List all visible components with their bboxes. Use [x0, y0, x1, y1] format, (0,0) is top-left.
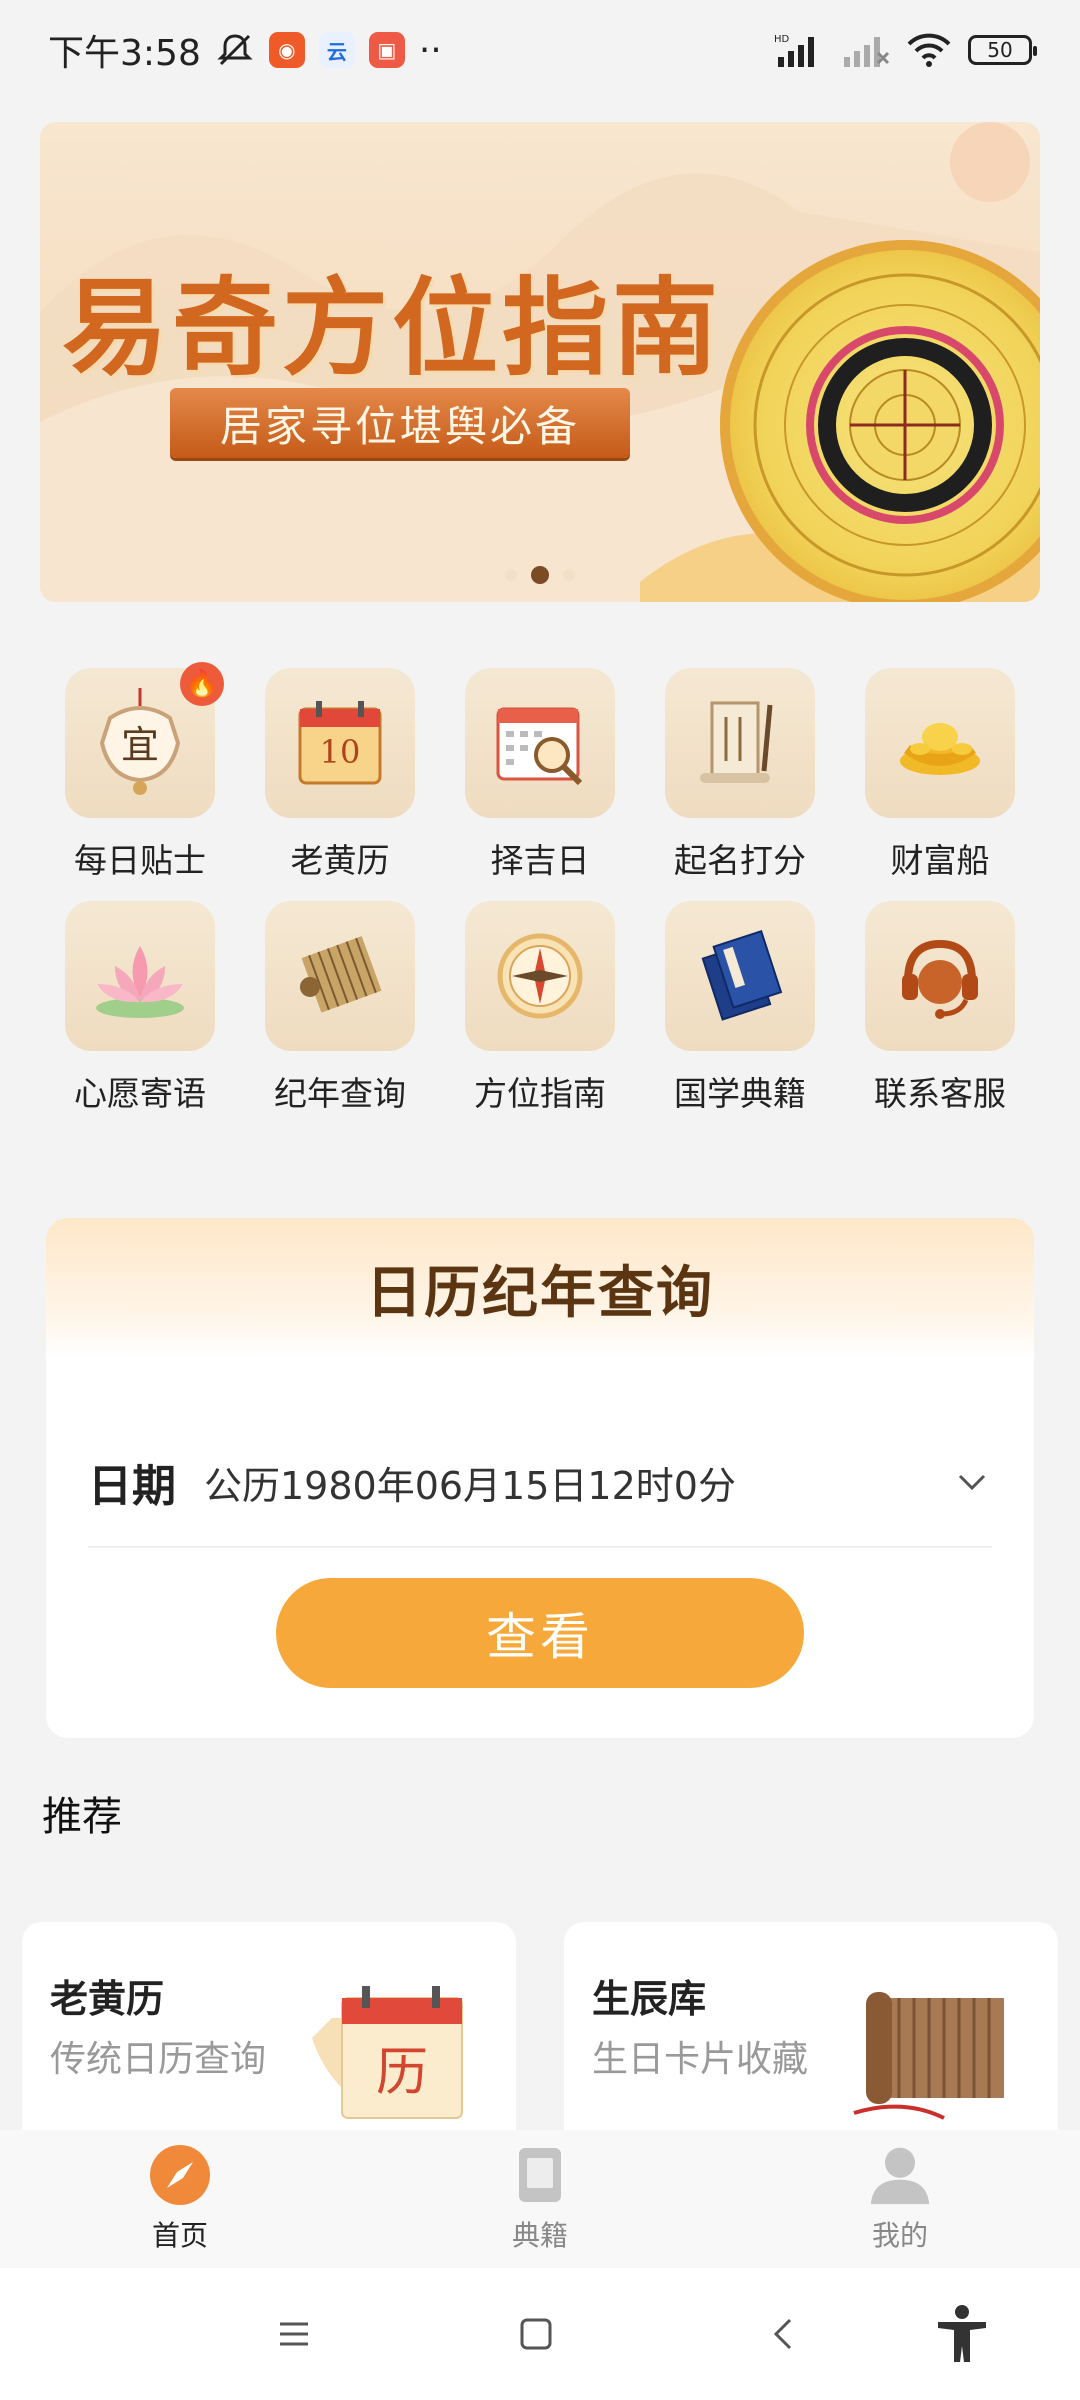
luopan-compass-image [720, 240, 1040, 602]
date-value: 公历1980年06月15日12时0分 [204, 1463, 736, 1508]
calendar-li-icon: 历 [312, 1986, 463, 2119]
feature-label: 老黄历 [290, 841, 390, 880]
pagination-dot-active [531, 566, 549, 584]
svg-text:宜: 宜 [121, 723, 159, 767]
app-notification-icon: ▣ [368, 32, 405, 68]
app-notification-icon: 云 [318, 32, 355, 68]
calendar-icon: 10 [265, 668, 415, 818]
recommend-title: 生辰库 [592, 1977, 707, 2021]
headset-icon [865, 901, 1015, 1051]
feature-almanac[interactable]: 10 老黄历 [240, 668, 440, 883]
lotus-icon [65, 901, 215, 1051]
recommend-subtitle: 传统日历查询 [50, 2039, 267, 2080]
banner-pagination [40, 566, 1040, 584]
system-navigation-bar [0, 2268, 1080, 2400]
tab-label: 典籍 [511, 2219, 568, 2252]
calendar-lookup-card: 日历纪年查询 日期 公历1980年06月15日12时0分 查看 [46, 1218, 1034, 1738]
tab-label: 首页 [151, 2219, 208, 2252]
accessibility-icon[interactable] [932, 2304, 992, 2364]
date-label: 日期 [88, 1461, 176, 1512]
mute-icon [217, 34, 253, 66]
chevron-down-icon [958, 1474, 986, 1491]
pagination-dot [505, 569, 517, 581]
user-icon [869, 2144, 931, 2206]
hot-flame-icon: 🔥 [180, 662, 224, 706]
svg-text:历: 历 [376, 2043, 428, 2103]
scroll-icon [853, 1992, 1004, 2120]
banner-subtitle: 居家寻位堪舆必备 [170, 388, 630, 458]
feature-label: 联系客服 [874, 1074, 1006, 1113]
promo-banner[interactable]: 易奇方位指南 居家寻位堪舆必备 [40, 122, 1040, 602]
view-button[interactable]: 查看 [276, 1578, 804, 1688]
tab-home[interactable]: 首页 [80, 2144, 280, 2254]
recommend-card-birthday-library[interactable]: 生辰库 生日卡片收藏 [564, 1922, 1058, 2142]
signal-no-service-icon [844, 37, 890, 67]
feature-label: 心愿寄语 [74, 1074, 206, 1113]
feature-direction-guide[interactable]: 方位指南 [440, 901, 640, 1116]
feature-auspicious-day[interactable]: 择吉日 [440, 668, 640, 883]
tab-mine[interactable]: 我的 [800, 2144, 1000, 2254]
home-compass-icon [149, 2144, 211, 2206]
wifi-icon [907, 33, 951, 67]
banner-title: 易奇方位指南 [62, 265, 722, 390]
feature-label: 每日贴士 [74, 841, 206, 880]
menu-icon[interactable] [264, 2304, 324, 2364]
tab-label: 我的 [871, 2219, 928, 2252]
feature-name-score[interactable]: 起名打分 [640, 668, 840, 883]
calendar-magnifier-icon [465, 668, 615, 818]
recommend-title: 老黄历 [50, 1977, 165, 2021]
home-square-icon[interactable] [506, 2304, 566, 2364]
app-notification-icon: ◉ [268, 32, 305, 68]
feature-label: 纪年查询 [274, 1074, 406, 1113]
clock: 下午3:58 [48, 33, 201, 74]
tab-classics[interactable]: 典籍 [440, 2144, 640, 2254]
feature-wishes[interactable]: 心愿寄语 [40, 901, 240, 1116]
bottom-tab-bar: 首页 典籍 我的 [0, 2130, 1080, 2268]
feature-daily-tips[interactable]: 宜 🔥 每日贴士 [40, 662, 240, 883]
battery-indicator: 50 [968, 35, 1037, 65]
feature-label: 财富船 [890, 841, 990, 880]
feature-classics[interactable]: 国学典籍 [640, 901, 840, 1116]
feature-grid: 宜 🔥 每日贴士 10 老黄历 择吉日 起名打分 财富船 心愿寄语 纪年查询 方… [40, 662, 1040, 1116]
signal-icon: HD [774, 34, 814, 67]
back-icon[interactable] [754, 2304, 814, 2364]
card-title: 日历纪年查询 [46, 1218, 1034, 1358]
feature-label: 方位指南 [474, 1074, 606, 1113]
feature-label: 择吉日 [490, 841, 590, 880]
svg-text:10: 10 [320, 733, 361, 771]
section-title: 推荐 [42, 1794, 122, 1840]
gold-ingot-icon [865, 668, 1015, 818]
feature-contact-service[interactable]: 联系客服 [840, 901, 1040, 1116]
scroll-brush-icon [665, 668, 815, 818]
recommend-card-almanac[interactable]: 老黄历 传统日历查询 历 [22, 1922, 516, 2142]
more-notifications-icon: ·· [418, 29, 442, 71]
status-bar: 下午3:58 ◉ 云 ▣ ·· HD 50 [0, 0, 1080, 100]
books-icon [665, 901, 815, 1051]
pagination-dot [563, 569, 575, 581]
feature-label: 国学典籍 [674, 1074, 806, 1113]
feature-wealth-boat[interactable]: 财富船 [840, 668, 1040, 883]
book-icon [509, 2144, 571, 2206]
recommend-subtitle: 生日卡片收藏 [592, 2039, 809, 2080]
date-picker-field[interactable]: 日期 公历1980年06月15日12时0分 [88, 1418, 992, 1548]
compass-icon [465, 901, 615, 1051]
feature-label: 起名打分 [674, 841, 806, 880]
feature-year-lookup[interactable]: 纪年查询 [240, 901, 440, 1116]
bamboo-scroll-icon [265, 901, 415, 1051]
svg-text:HD: HD [774, 34, 790, 45]
